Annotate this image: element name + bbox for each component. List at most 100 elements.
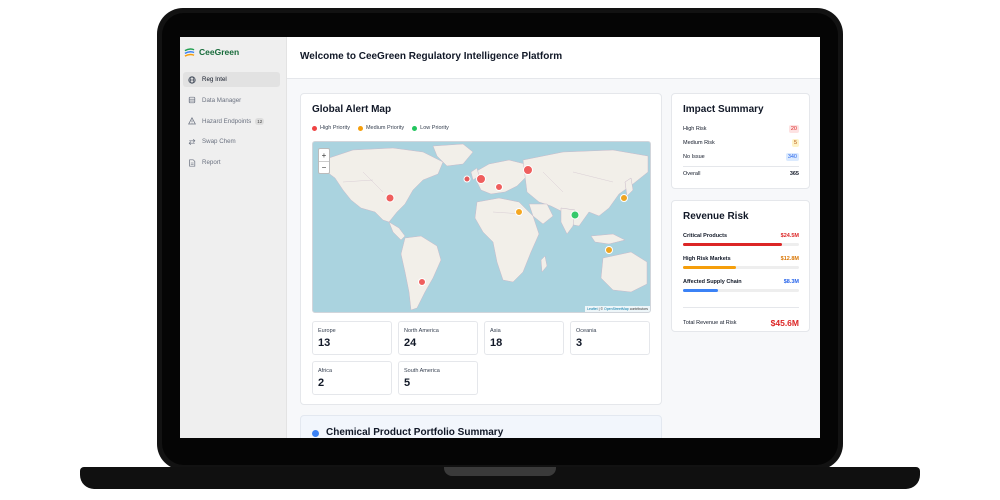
revenue-bar-fill <box>683 266 737 269</box>
revenue-value: $8.3M <box>783 279 799 285</box>
laptop-notch <box>444 467 556 476</box>
legend-label: Medium Priority <box>365 125 405 131</box>
region-count: 3 <box>576 337 583 349</box>
africa-land <box>474 197 540 283</box>
region-name: Europe <box>318 328 336 334</box>
region-card-europe[interactable]: Europe 13 <box>312 321 392 355</box>
impact-label: Medium Risk <box>683 140 715 146</box>
central-america-land <box>388 221 406 241</box>
region-card-oceania[interactable]: Oceania 3 <box>570 321 650 355</box>
region-card-south-america[interactable]: South America 5 <box>398 361 478 395</box>
zoom-in-button[interactable]: + <box>319 149 329 161</box>
impact-row-no-issue: No Issue 340 <box>683 153 799 161</box>
alert-marker <box>515 208 523 216</box>
alert-marker <box>570 210 580 220</box>
revenue-bar-fill <box>683 243 782 246</box>
impact-overall-label: Overall <box>683 171 701 177</box>
alert-marker <box>523 165 533 175</box>
legend-label: High Priority <box>320 125 350 131</box>
region-name: Asia <box>490 328 501 334</box>
south-america-land <box>400 235 442 311</box>
region-count: 24 <box>404 337 417 349</box>
alert-marker <box>605 246 613 254</box>
region-count: 13 <box>318 337 331 349</box>
osm-link[interactable]: OpenStreetMap <box>604 307 629 311</box>
region-name: Africa <box>318 368 333 374</box>
sidebar-item-data-manager[interactable]: Data Manager <box>183 93 280 108</box>
globe-icon <box>188 75 196 84</box>
legend-item-high: High Priority <box>312 125 350 131</box>
zoom-control: + − <box>318 148 330 174</box>
indonesia-land <box>590 233 626 245</box>
map-card-title: Global Alert Map <box>312 104 392 115</box>
alert-marker <box>418 278 426 286</box>
region-card-north-america[interactable]: North America 24 <box>398 321 478 355</box>
warning-icon <box>188 117 196 125</box>
sidebar: CeeGreen Reg Intel Data Manager Hazard E… <box>180 37 287 438</box>
document-icon <box>188 159 196 167</box>
legend-item-medium: Medium Priority <box>357 125 405 131</box>
region-count: 18 <box>490 337 503 349</box>
revenue-divider <box>683 307 799 308</box>
page-title: Welcome to CeeGreen Regulatory Intellige… <box>300 51 563 62</box>
impact-divider <box>683 166 799 167</box>
impact-value-badge: 5 <box>791 139 799 147</box>
revenue-row-high-risk-markets: High Risk Markets $12.8M <box>683 256 799 269</box>
impact-value-badge: 20 <box>788 125 799 133</box>
main-content: Global Alert Map High Priority Medium Pr… <box>287 79 820 438</box>
sidebar-item-label: Hazard Endpoints <box>202 117 252 125</box>
sidebar-item-label: Report <box>202 159 221 167</box>
swap-icon <box>188 138 196 146</box>
world-map[interactable]: + − Leaflet | © OpenStreetMap contributo… <box>312 141 651 313</box>
revenue-label: High Risk Markets <box>683 256 731 262</box>
revenue-total-label: Total Revenue at Risk <box>683 320 737 326</box>
revenue-total-value: $45.6M <box>770 318 799 328</box>
revenue-card-title: Revenue Risk <box>683 211 749 222</box>
region-name: North America <box>404 328 439 334</box>
brand[interactable]: CeeGreen <box>184 46 239 58</box>
sidebar-item-reg-intel[interactable]: Reg Intel <box>183 72 280 87</box>
region-card-asia[interactable]: Asia 18 <box>484 321 564 355</box>
revenue-total-row: Total Revenue at Risk $45.6M <box>683 318 799 328</box>
revenue-value: $24.5M <box>780 233 799 239</box>
impact-label: High Risk <box>683 126 707 132</box>
impact-card-title: Impact Summary <box>683 104 764 115</box>
alert-marker <box>476 174 486 184</box>
revenue-row-affected-supply-chain: Affected Supply Chain $8.3M <box>683 279 799 292</box>
attribution-suffix: contributors <box>628 307 648 311</box>
revenue-value: $12.8M <box>780 256 799 262</box>
region-count: 5 <box>404 377 411 389</box>
zoom-out-button[interactable]: − <box>319 161 329 173</box>
revenue-bar-fill <box>683 289 718 292</box>
high-priority-dot <box>312 125 317 131</box>
legend-label: Low Priority <box>420 125 449 131</box>
impact-overall-value: 365 <box>789 171 799 177</box>
leaflet-link[interactable]: Leaflet <box>587 307 598 311</box>
alert-marker <box>385 193 395 203</box>
sidebar-item-hazard-endpoints[interactable]: Hazard Endpoints 12 <box>183 114 280 129</box>
sidebar-item-report[interactable]: Report <box>183 155 280 170</box>
region-name: Oceania <box>576 328 597 334</box>
impact-label: No Issue <box>683 154 705 160</box>
impact-value-badge: 340 <box>785 153 799 161</box>
impact-row-medium-risk: Medium Risk 5 <box>683 139 799 147</box>
portfolio-summary-card: Chemical Product Portfolio Summary <box>300 415 662 438</box>
top-header: Welcome to CeeGreen Regulatory Intellige… <box>287 37 820 79</box>
impact-row-overall: Overall 365 <box>683 171 799 177</box>
brand-logo-icon <box>184 47 195 57</box>
global-alert-map-card: Global Alert Map High Priority Medium Pr… <box>300 93 662 405</box>
alert-marker <box>620 194 628 202</box>
map-legend: High Priority Medium Priority Low Priori… <box>312 125 457 131</box>
brand-name: CeeGreen <box>199 47 240 57</box>
revenue-risk-card: Revenue Risk Critical Products $24.5M Hi… <box>671 200 810 332</box>
revenue-row-critical-products: Critical Products $24.5M <box>683 233 799 246</box>
sidebar-item-label: Data Manager <box>202 96 242 104</box>
database-icon <box>188 96 196 104</box>
north-america-land <box>322 147 444 223</box>
medium-priority-dot <box>357 125 363 131</box>
australia-land <box>600 251 648 293</box>
region-card-africa[interactable]: Africa 2 <box>312 361 392 395</box>
revenue-bar-track <box>683 243 799 246</box>
sidebar-item-swap-chem[interactable]: Swap Chem <box>183 134 280 149</box>
region-count: 2 <box>318 377 325 389</box>
